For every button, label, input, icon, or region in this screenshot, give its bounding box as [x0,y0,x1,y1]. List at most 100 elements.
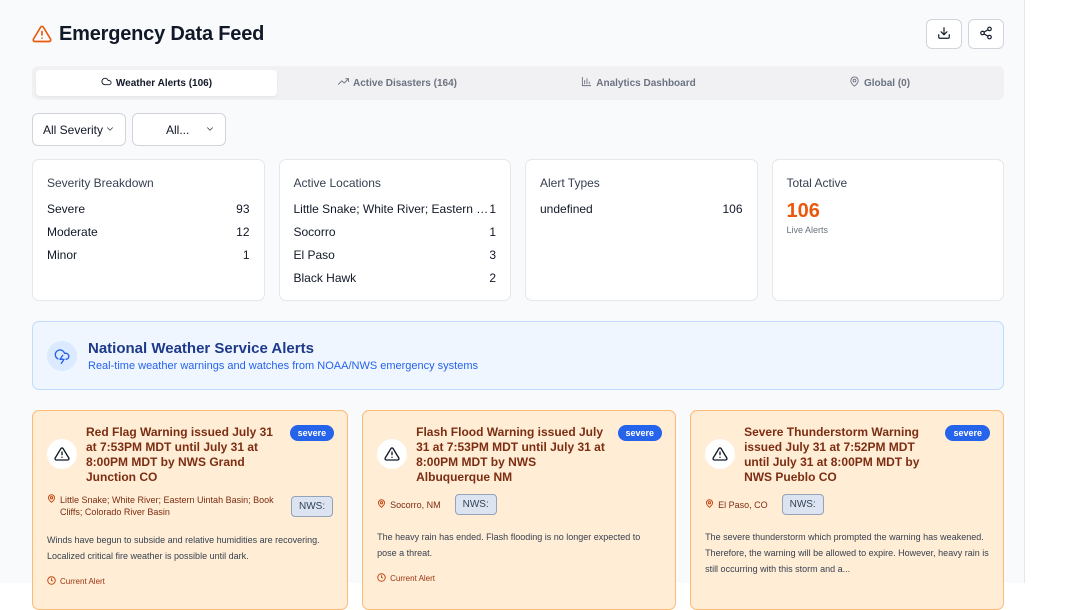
alert-title: Flash Flood Warning issued July 31 at 7:… [416,425,605,484]
tab-label: Weather Alerts (106) [115,77,213,89]
severity-badge: severe [289,425,335,441]
footer-text: Current Alert [60,577,105,586]
pin-icon [849,76,860,90]
alert-card[interactable]: severe Red Flag Warning issued July 31 a… [32,410,349,610]
chevron-down-icon [105,123,115,137]
alert-title: Red Flag Warning issued July 31 at 7:53P… [86,425,273,484]
page-title: Emergency Data Feed [59,22,265,45]
tab-bar: Weather Alerts (106) Active Disasters (1… [32,66,1004,100]
secondary-select-value: All... [166,122,190,137]
stat-label: Severe [47,202,86,216]
tab-analytics-dashboard[interactable]: Analytics Dashboard [518,70,759,96]
stat-value: 12 [236,225,250,239]
alert-card[interactable]: severe Severe Thunderstorm Warning issue… [690,410,1005,610]
location-text: Socorro, NM [390,499,441,510]
main-panel: Emergency Data Feed Weather Alerts (106) [0,0,1025,610]
alert-types-card: Alert Types undefined 106 [525,159,758,301]
share-button[interactable] [968,19,1004,49]
stat-value: 1 [489,202,496,216]
stat-value: 3 [489,248,496,262]
tab-label: Analytics Dashboard [596,77,696,89]
chevron-down-icon [205,123,215,137]
stat-row: Black Hawk 2 [294,271,497,294]
cloud-lightning-icon [47,340,77,371]
card-title: Alert Types [540,176,600,190]
stat-row: Little Snake; White River; Eastern Uin..… [294,202,497,225]
stat-value: 1 [489,225,496,239]
total-active-caption: Live Alerts [786,225,829,235]
card-title: Active Locations [293,176,381,190]
filter-bar: All Severity All... [32,113,226,146]
alert-description: The heavy rain has ended. Flash flooding… [377,532,641,558]
trending-icon [338,76,350,90]
clock-icon [377,573,386,584]
stat-value: 93 [236,202,250,216]
severity-badge: severe [617,425,663,441]
total-active-card: Total Active 106 Live Alerts [771,159,1004,301]
alert-cards: severe Red Flag Warning issued July 31 a… [32,410,1005,610]
alert-footer: Current Alert [47,576,333,587]
stat-row: El Paso 3 [294,248,497,271]
tab-label: Active Disasters (164) [353,77,457,89]
map-pin-icon [47,494,56,506]
cloud-icon [101,76,112,90]
alert-description: The severe thunderstorm which prompted t… [705,532,989,574]
warning-icon [47,439,77,469]
stat-label: Black Hawk [293,271,357,285]
clock-icon [47,576,56,587]
stat-row: undefined 106 [540,202,743,225]
banner-title: National Weather Service Alerts [88,339,314,357]
tab-global[interactable]: Global (0) [759,70,1000,96]
map-pin-icon [377,498,386,511]
alert-location: Little Snake; White River; Eastern Uinta… [47,494,277,518]
source-badge: NWS: [454,494,497,515]
nws-banner: National Weather Service Alerts Real-tim… [32,321,1004,390]
stats-row: Severity Breakdown Severe 93 Moderate 12 M… [32,159,1004,301]
warning-icon [32,24,52,44]
source-badge: NWS: [291,495,334,517]
banner-subtitle: Real-time weather warnings and watches f… [88,359,479,372]
stat-label: El Paso [293,248,335,262]
stat-label: Minor [47,248,78,262]
stat-row: Socorro 1 [294,225,497,248]
header-actions [926,19,1004,49]
alert-description: Winds have begun to subside and relative… [47,535,320,561]
tab-active-disasters[interactable]: Active Disasters (164) [277,70,518,96]
stat-value: 1 [242,248,250,262]
tab-label: Global (0) [863,77,911,89]
alert-footer: Current Alert [377,573,661,584]
stat-row: Severe 93 [47,202,250,225]
source-badge: NWS: [781,494,824,515]
secondary-select[interactable]: All... [132,113,226,146]
severity-badge: severe [945,425,991,441]
severity-select[interactable]: All Severity [32,113,126,146]
card-title: Severity Breakdown [47,176,154,190]
tab-weather-alerts[interactable]: Weather Alerts (106) [36,70,277,96]
stat-row: Moderate 12 [47,225,250,248]
location-text: El Paso, CO [718,499,768,510]
alert-title: Severe Thunderstorm Warning issued July … [744,425,920,484]
stat-row: Minor 1 [47,248,250,271]
stat-label: Little Snake; White River; Eastern Uin..… [293,202,489,216]
map-pin-icon [705,498,714,511]
warning-icon [705,439,736,469]
alert-location: El Paso, CO [705,498,768,511]
alert-location: Socorro, NM [377,498,441,511]
card-title: Total Active [786,176,848,190]
stat-value: 2 [489,271,496,285]
download-button[interactable] [926,19,962,49]
severity-breakdown-card: Severity Breakdown Severe 93 Moderate 12 M… [32,159,265,301]
download-icon [937,26,951,43]
total-active-count: 106 [786,200,820,222]
alert-card[interactable]: severe Flash Flood Warning issued July 3… [362,410,677,610]
active-locations-card: Active Locations Little Snake; White Riv… [278,159,511,301]
warning-icon [377,439,408,469]
page-header: Emergency Data Feed [32,18,1004,50]
share-icon [979,26,993,43]
stat-label: undefined [540,202,593,216]
location-text: Little Snake; White River; Eastern Uinta… [60,495,274,517]
footer-text: Current Alert [390,574,436,583]
stat-label: Moderate [47,225,98,239]
severity-select-value: All Severity [43,122,104,137]
stat-label: Socorro [293,225,336,239]
